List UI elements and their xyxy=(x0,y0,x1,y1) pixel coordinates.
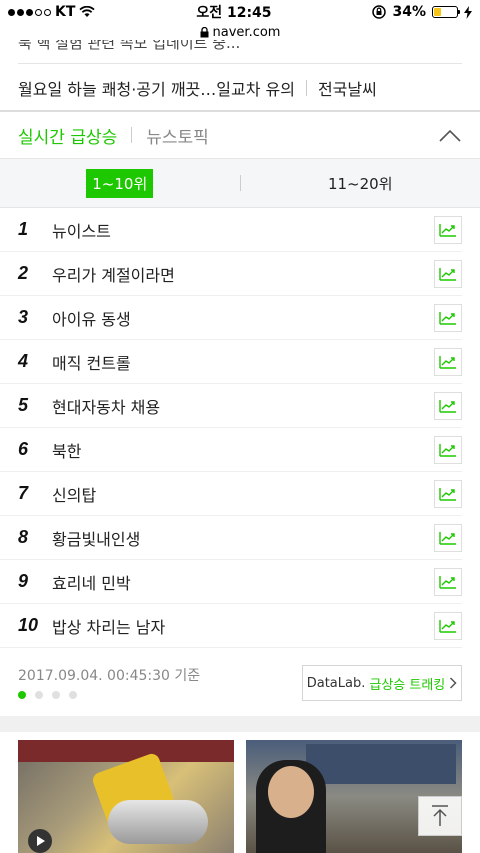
trend-chart-icon[interactable] xyxy=(434,480,462,508)
list-item[interactable]: 1 뉴이스트 xyxy=(0,208,462,252)
ranking-tabs: 실시간 급상승 뉴스토픽 xyxy=(0,112,480,158)
keyword: 북한 xyxy=(52,441,82,461)
keyword: 우리가 계절이라면 xyxy=(52,265,175,285)
trend-chart-icon[interactable] xyxy=(434,612,462,640)
trend-chart-icon[interactable] xyxy=(434,524,462,552)
list-item[interactable]: 10 밥상 차리는 남자 xyxy=(0,604,462,648)
rank-number: 2 xyxy=(18,263,29,283)
rank-number: 5 xyxy=(18,395,29,415)
list-item[interactable]: 7 신의탑 xyxy=(0,472,462,516)
datalab-label: DataLab. xyxy=(306,675,366,691)
range-11-20-label: 11~20위 xyxy=(327,174,393,193)
rank-number: 1 xyxy=(18,219,29,239)
range-1-10-label: 1~10위 xyxy=(86,168,154,198)
keyword: 아이유 동생 xyxy=(52,309,131,329)
divider xyxy=(131,127,133,143)
list-item[interactable]: 8 황금빛내인생 xyxy=(0,516,462,560)
keyword: 매직 컨트롤 xyxy=(52,353,131,373)
ranking-list: 1 뉴이스트 2 우리가 계절이라면 3 아이유 동생 4 매직 컨트롤 5 현대자동차 … xyxy=(0,208,480,648)
timestamp: 2017.09.04. 00:45:30 기준 xyxy=(18,668,201,684)
trend-chart-icon[interactable] xyxy=(434,568,462,596)
keyword: 밥상 차리는 남자 xyxy=(52,617,166,637)
keyword: 황금빛내인생 xyxy=(52,529,141,549)
news-thumbnails xyxy=(18,740,462,853)
play-icon[interactable] xyxy=(28,829,52,853)
clock: 오전 12:45 xyxy=(196,5,272,21)
range-11-20[interactable]: 11~20위 xyxy=(241,159,480,207)
list-item[interactable]: 5 현대자동차 채용 xyxy=(0,384,462,428)
tab-realtime-trending[interactable]: 실시간 급상승 xyxy=(18,123,117,148)
status-bar: KT 오전 12:45 34% xyxy=(0,0,480,24)
national-weather-link[interactable]: 전국날씨 xyxy=(318,76,377,100)
cut-off-news-line[interactable]: 북 핵 실험 관련 속보 업데이트 중... xyxy=(18,40,462,50)
status-right: 34% xyxy=(372,4,472,20)
weather-headline-row: 월요일 하늘 쾌청·공기 깨끗…일교차 유의 전국날씨 xyxy=(18,66,462,110)
keyword: 효리네 민박 xyxy=(52,573,131,593)
wifi-icon xyxy=(79,6,96,17)
signal-strength-icon xyxy=(8,8,51,16)
chevron-right-icon xyxy=(450,677,457,689)
carrier-label: KT xyxy=(55,4,76,20)
list-item[interactable]: 3 아이유 동생 xyxy=(0,296,462,340)
trend-chart-icon[interactable] xyxy=(434,348,462,376)
trend-chart-icon[interactable] xyxy=(434,260,462,288)
charging-bolt-icon xyxy=(464,5,472,19)
list-item[interactable]: 6 북한 xyxy=(0,428,462,472)
datalab-tracking-button[interactable]: DataLab. 급상승 트래킹 xyxy=(302,665,462,701)
url-bar[interactable]: naver.com xyxy=(0,22,480,42)
news-thumbnail[interactable] xyxy=(18,740,234,853)
trend-chart-icon[interactable] xyxy=(434,392,462,420)
trend-chart-icon[interactable] xyxy=(434,436,462,464)
rank-number: 3 xyxy=(18,307,29,327)
rank-number: 8 xyxy=(18,527,29,547)
list-item[interactable]: 2 우리가 계절이라면 xyxy=(0,252,462,296)
battery-icon xyxy=(432,6,460,18)
pager-dot[interactable] xyxy=(18,691,26,699)
rank-number: 6 xyxy=(18,439,29,459)
rank-number: 4 xyxy=(18,351,29,371)
lock-icon xyxy=(200,26,209,37)
chevron-up-icon[interactable] xyxy=(438,124,462,148)
keyword: 뉴이스트 xyxy=(52,221,111,241)
section-gap xyxy=(0,716,480,732)
rank-range-selector: 1~10위 11~20위 xyxy=(0,158,480,208)
pager-dots xyxy=(18,691,77,699)
battery-percent: 34% xyxy=(392,4,426,20)
rank-number: 9 xyxy=(18,571,29,591)
range-1-10[interactable]: 1~10위 xyxy=(0,159,240,207)
arrow-up-icon xyxy=(432,805,448,826)
pager-dot[interactable] xyxy=(35,691,43,699)
trend-chart-icon[interactable] xyxy=(434,304,462,332)
weather-headline[interactable]: 월요일 하늘 쾌청·공기 깨끗…일교차 유의 xyxy=(18,76,295,100)
tab-news-topic[interactable]: 뉴스토픽 xyxy=(146,123,209,148)
divider xyxy=(305,80,307,96)
list-item[interactable]: 4 매직 컨트롤 xyxy=(0,340,462,384)
keyword: 현대자동차 채용 xyxy=(52,397,161,417)
datalab-sub-label: 급상승 트래킹 xyxy=(369,677,446,693)
status-left: KT xyxy=(8,4,96,20)
trend-chart-icon[interactable] xyxy=(434,216,462,244)
divider xyxy=(18,63,462,64)
list-item[interactable]: 9 효리네 민박 xyxy=(0,560,462,604)
keyword: 신의탑 xyxy=(52,485,97,505)
url-domain: naver.com xyxy=(212,24,281,40)
rank-number: 10 xyxy=(18,615,39,635)
rotation-lock-icon xyxy=(372,5,387,19)
scroll-to-top-button[interactable] xyxy=(418,796,462,836)
pager-dot[interactable] xyxy=(52,691,60,699)
pager-dot[interactable] xyxy=(69,691,77,699)
rank-number: 7 xyxy=(18,483,29,503)
